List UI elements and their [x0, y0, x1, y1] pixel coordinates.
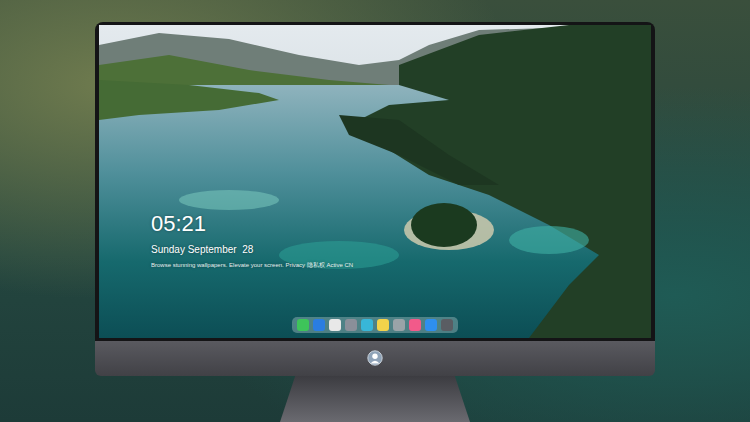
desktop-scene: 05:21 Sunday September 28 Browse stunning …	[0, 0, 750, 422]
dock-app-icon[interactable]	[345, 319, 357, 331]
lock-caption: Browse stunning wallpapers. Elevate your…	[151, 261, 353, 269]
dock-app-icon[interactable]	[361, 319, 373, 331]
dock-app-icon[interactable]	[409, 319, 421, 331]
lock-clock: 05:21 Sunday September 28 Browse stunning …	[151, 211, 353, 269]
dock-app-icon[interactable]	[329, 319, 341, 331]
monitor-bezel: 05:21 Sunday September 28 Browse stunning …	[95, 22, 655, 341]
wallpaper-photo	[99, 25, 651, 338]
monitor: 05:21 Sunday September 28 Browse stunning …	[95, 0, 655, 422]
clock-date: Sunday September 28	[151, 243, 353, 257]
monitor-chin	[95, 341, 655, 376]
brand-logo-icon	[366, 349, 384, 367]
dock-app-icon[interactable]	[393, 319, 405, 331]
dock-app-icon[interactable]	[297, 319, 309, 331]
dock-app-icon[interactable]	[313, 319, 325, 331]
dock-app-icon[interactable]	[441, 319, 453, 331]
monitor-stand	[280, 376, 470, 422]
screen: 05:21 Sunday September 28 Browse stunning …	[99, 25, 651, 338]
clock-time: 05:21	[151, 211, 353, 237]
dock	[292, 317, 458, 333]
dock-app-icon[interactable]	[377, 319, 389, 331]
dock-app-icon[interactable]	[425, 319, 437, 331]
